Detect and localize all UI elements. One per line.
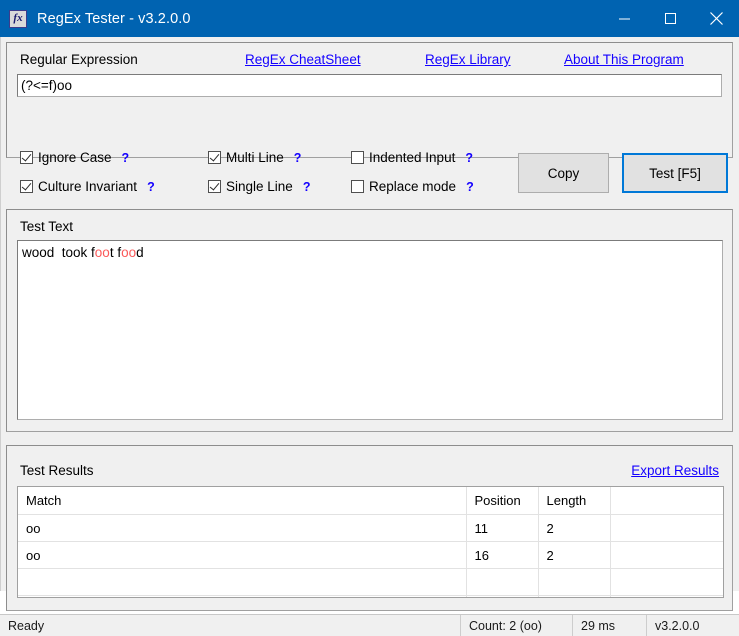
copy-button[interactable]: Copy — [518, 153, 609, 193]
status-elapsed-time: 29 ms — [573, 615, 647, 636]
checkbox-indented-input-box[interactable] — [351, 151, 364, 164]
cell-blank — [610, 569, 723, 596]
close-button[interactable] — [693, 0, 739, 37]
checkbox-multi-line[interactable]: Multi Line ? — [208, 150, 301, 165]
app-icon-glyph: fx — [10, 10, 26, 27]
regex-panel: Regular Expression RegEx CheatSheet RegE… — [6, 42, 733, 158]
status-version: v3.2.0.0 — [647, 615, 739, 636]
cell-length: 2 — [538, 542, 610, 569]
test-text-segment: wood took f — [22, 245, 95, 260]
column-header-length[interactable]: Length — [538, 487, 610, 515]
cell-length: 2 — [538, 515, 610, 542]
status-message: Ready — [0, 615, 461, 636]
cell-position: 11 — [466, 515, 538, 542]
title-bar: fx RegEx Tester - v3.2.0.0 — [0, 0, 739, 37]
checkbox-culture-invariant[interactable]: Culture Invariant ? — [20, 179, 155, 194]
status-match-count: Count: 2 (oo) — [461, 615, 573, 636]
column-header-blank[interactable] — [610, 487, 723, 515]
help-indented-input-icon[interactable]: ? — [465, 151, 473, 165]
column-header-match[interactable]: Match — [18, 487, 466, 515]
test-text-match-segment: oo — [95, 245, 110, 260]
client-area: Regular Expression RegEx CheatSheet RegE… — [0, 37, 739, 591]
column-header-position[interactable]: Position — [466, 487, 538, 515]
test-text-input[interactable]: wood took foot food — [17, 240, 723, 420]
cell-match: oo — [18, 542, 466, 569]
test-text-label: Test Text — [20, 219, 73, 234]
test-text-segment: d — [136, 245, 144, 260]
regular-expression-label: Regular Expression — [20, 52, 138, 67]
maximize-button[interactable] — [647, 0, 693, 37]
test-text-match-segment: oo — [121, 245, 136, 260]
cell-position — [466, 596, 538, 599]
about-this-program-link[interactable]: About This Program — [564, 52, 684, 67]
table-row[interactable] — [18, 569, 723, 596]
table-row[interactable]: oo 16 2 — [18, 542, 723, 569]
help-culture-invariant-icon[interactable]: ? — [147, 180, 155, 194]
cell-length — [538, 569, 610, 596]
test-text-segment: t f — [110, 245, 121, 260]
checkbox-single-line-box[interactable] — [208, 180, 221, 193]
app-fx-icon: fx — [9, 10, 27, 28]
checkbox-multi-line-label: Multi Line — [226, 150, 284, 165]
checkbox-replace-mode-label: Replace mode — [369, 179, 456, 194]
test-text-panel: Test Text wood took foot food — [6, 209, 733, 432]
table-row[interactable] — [18, 596, 723, 599]
help-replace-mode-icon[interactable]: ? — [466, 180, 474, 194]
cell-match — [18, 596, 466, 599]
regex-input[interactable] — [17, 74, 722, 97]
checkbox-single-line-label: Single Line — [226, 179, 293, 194]
table-header-row: Match Position Length — [18, 487, 723, 515]
checkbox-single-line[interactable]: Single Line ? — [208, 179, 310, 194]
test-results-label: Test Results — [20, 463, 94, 478]
export-results-link[interactable]: Export Results — [631, 463, 719, 478]
results-grid[interactable]: Match Position Length oo 11 2 oo — [17, 486, 724, 598]
checkbox-multi-line-box[interactable] — [208, 151, 221, 164]
cell-blank — [610, 596, 723, 599]
cell-blank — [610, 542, 723, 569]
cell-blank — [610, 515, 723, 542]
window-title: RegEx Tester - v3.2.0.0 — [37, 11, 601, 27]
cell-match — [18, 569, 466, 596]
regex-cheatsheet-link[interactable]: RegEx CheatSheet — [245, 52, 361, 67]
test-results-panel: Test Results Export Results Match Positi… — [6, 445, 733, 611]
status-bar: Ready Count: 2 (oo) 29 ms v3.2.0.0 — [0, 614, 739, 636]
help-ignore-case-icon[interactable]: ? — [122, 151, 130, 165]
cell-match: oo — [18, 515, 466, 542]
minimize-button[interactable] — [601, 0, 647, 37]
table-row[interactable]: oo 11 2 — [18, 515, 723, 542]
help-multi-line-icon[interactable]: ? — [294, 151, 302, 165]
checkbox-ignore-case-box[interactable] — [20, 151, 33, 164]
regex-library-link[interactable]: RegEx Library — [425, 52, 511, 67]
checkbox-ignore-case-label: Ignore Case — [38, 150, 112, 165]
checkbox-culture-invariant-label: Culture Invariant — [38, 179, 137, 194]
window-left-edge — [0, 37, 1, 591]
cell-position: 16 — [466, 542, 538, 569]
help-single-line-icon[interactable]: ? — [303, 180, 311, 194]
cell-length — [538, 596, 610, 599]
test-button[interactable]: Test [F5] — [622, 153, 728, 193]
checkbox-replace-mode[interactable]: Replace mode ? — [351, 179, 474, 194]
checkbox-ignore-case[interactable]: Ignore Case ? — [20, 150, 129, 165]
cell-position — [466, 569, 538, 596]
checkbox-indented-input-label: Indented Input — [369, 150, 455, 165]
checkbox-indented-input[interactable]: Indented Input ? — [351, 150, 473, 165]
checkbox-replace-mode-box[interactable] — [351, 180, 364, 193]
checkbox-culture-invariant-box[interactable] — [20, 180, 33, 193]
